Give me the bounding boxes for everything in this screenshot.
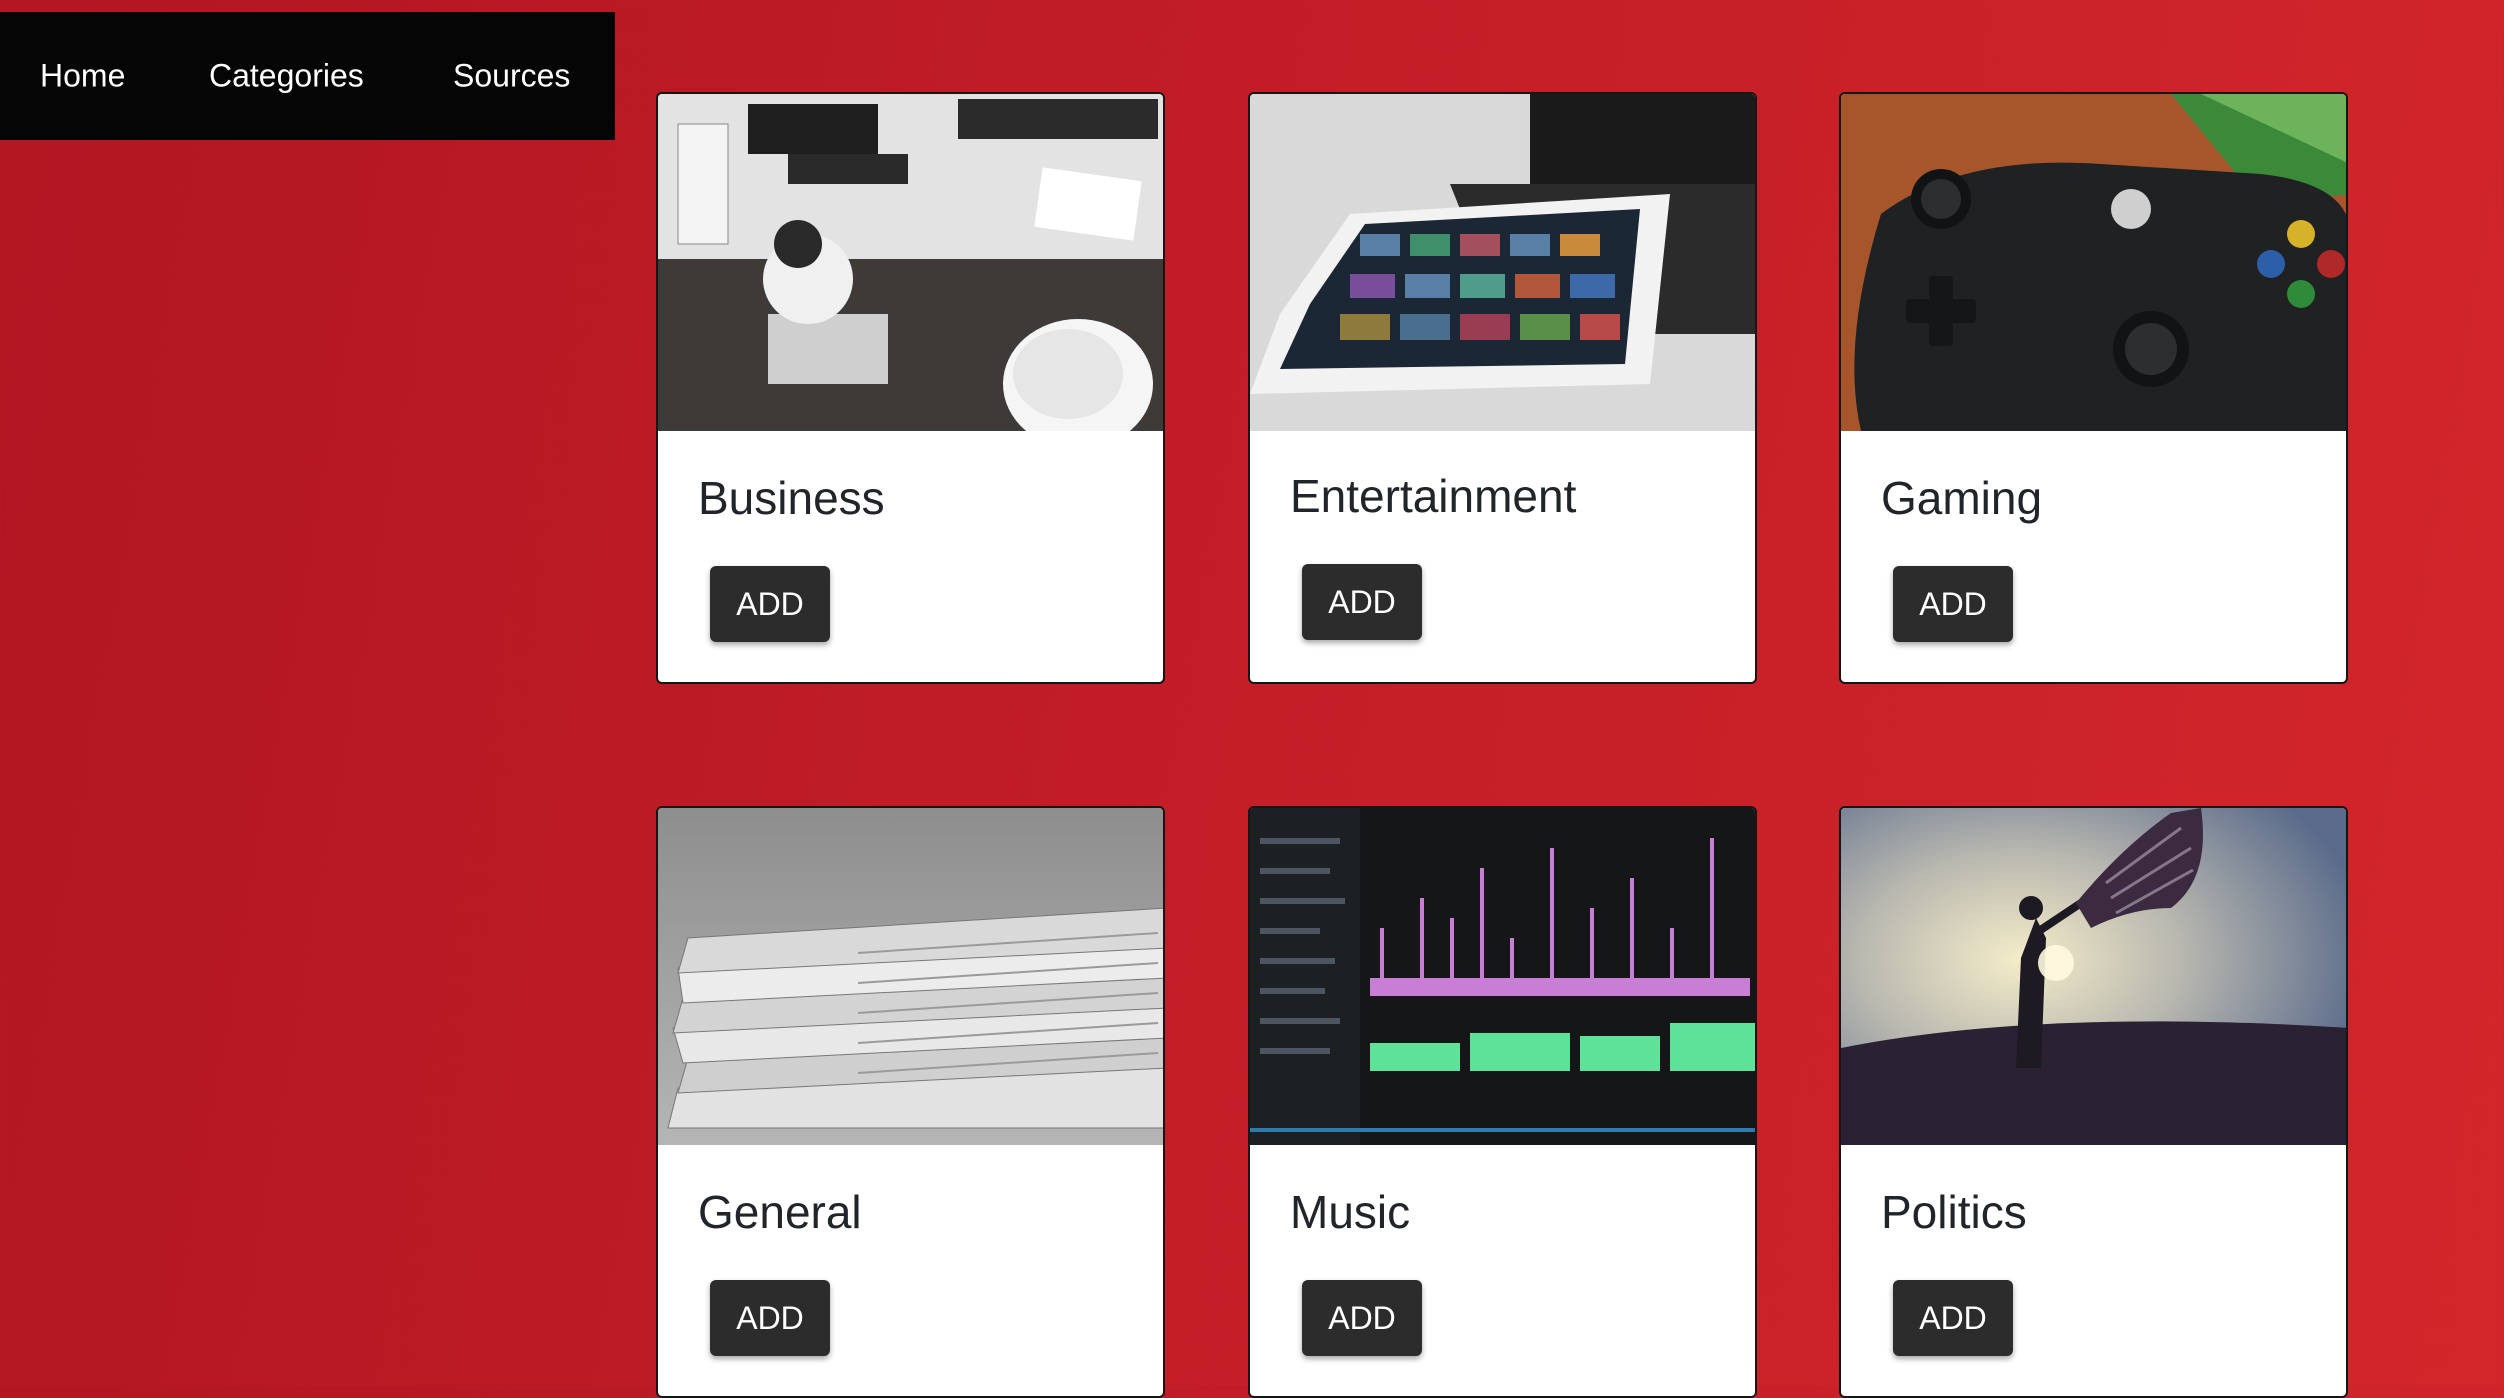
card-body: General ADD <box>658 1145 1163 1396</box>
general-image <box>658 808 1163 1145</box>
nav-sources-link[interactable]: Sources <box>453 58 570 95</box>
card-body: Gaming ADD <box>1841 431 2346 682</box>
add-politics-button[interactable]: ADD <box>1893 1280 2013 1356</box>
card-title: Entertainment <box>1290 470 1577 522</box>
gaming-image <box>1841 94 2346 431</box>
card-title: General <box>698 1186 862 1238</box>
add-entertainment-button[interactable]: ADD <box>1302 564 1422 640</box>
category-card-general: General ADD <box>656 806 1165 1398</box>
card-title: Gaming <box>1881 472 2043 524</box>
add-gaming-button[interactable]: ADD <box>1893 566 2013 642</box>
entertainment-image <box>1250 94 1755 431</box>
card-title: Politics <box>1881 1186 2027 1238</box>
business-image <box>658 94 1163 431</box>
category-card-gaming: Gaming ADD <box>1839 92 2348 684</box>
politics-image <box>1841 808 2346 1145</box>
add-music-button[interactable]: ADD <box>1302 1280 1422 1356</box>
add-business-button[interactable]: ADD <box>710 566 830 642</box>
card-body: Entertainment ADD <box>1250 431 1755 682</box>
category-card-entertainment: Entertainment ADD <box>1248 92 1757 684</box>
card-body: Business ADD <box>658 431 1163 682</box>
nav-home-link[interactable]: Home <box>40 58 125 95</box>
nav-categories-link[interactable]: Categories <box>209 58 364 95</box>
card-body: Music ADD <box>1250 1145 1755 1396</box>
card-title: Business <box>698 472 885 524</box>
category-card-politics: Politics ADD <box>1839 806 2348 1398</box>
category-card-music: Music ADD <box>1248 806 1757 1398</box>
category-card-business: Business ADD <box>656 92 1165 684</box>
card-body: Politics ADD <box>1841 1145 2346 1396</box>
card-title: Music <box>1290 1186 1411 1238</box>
music-image <box>1250 808 1755 1145</box>
add-general-button[interactable]: ADD <box>710 1280 830 1356</box>
navbar: Home Categories Sources <box>0 12 615 140</box>
